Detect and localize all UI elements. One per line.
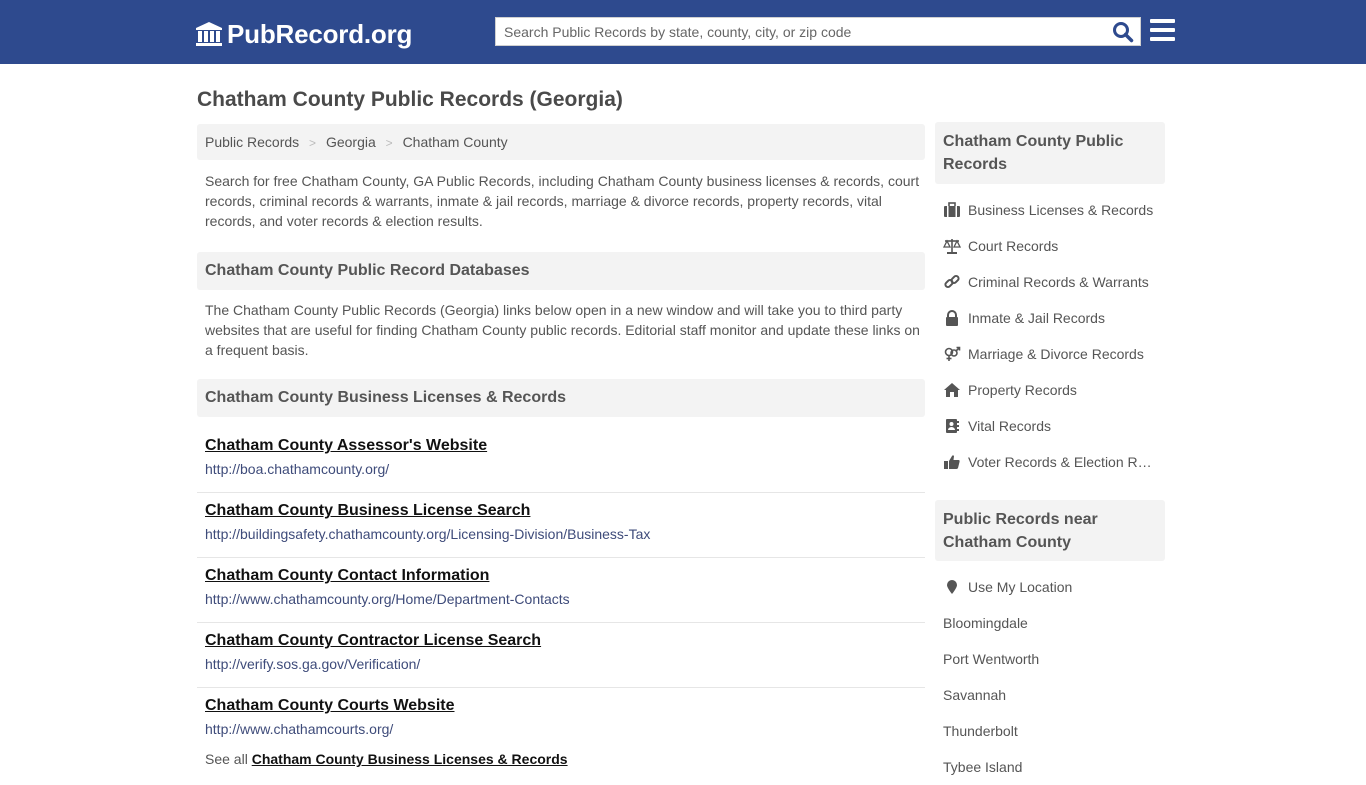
use-my-location-button[interactable]: Use My Location — [935, 569, 1165, 605]
sidebar-records-list: Business Licenses & Records Court Record… — [935, 192, 1165, 480]
link-icon — [944, 274, 960, 289]
address-book-icon — [946, 419, 959, 433]
list-item: Chatham County Business License Search h… — [197, 493, 925, 558]
databases-description: The Chatham County Public Records (Georg… — [205, 302, 920, 358]
list-item: Chatham County Assessor's Website http:/… — [197, 428, 925, 493]
courthouse-icon — [196, 22, 222, 46]
databases-heading: Chatham County Public Record Databases — [197, 252, 925, 290]
link-url: http://www.chathamcounty.org/Home/Depart… — [205, 591, 570, 607]
list-item: Chatham County Courts Website http://www… — [197, 688, 925, 753]
search-input[interactable] — [496, 18, 1096, 45]
sidebar-records-heading: Chatham County Public Records — [935, 122, 1165, 184]
top-navbar: PubRecord.org — [0, 0, 1366, 64]
sidebar-item-marriage[interactable]: Marriage & Divorce Records — [935, 336, 1165, 372]
breadcrumb-separator: > — [309, 136, 317, 150]
see-all-link[interactable]: Chatham County Business Licenses & Recor… — [252, 751, 568, 767]
page-title: Chatham County Public Records (Georgia) — [197, 88, 623, 111]
sidebar-item-business[interactable]: Business Licenses & Records — [935, 192, 1165, 228]
link-url: http://boa.chathamcounty.org/ — [205, 461, 390, 477]
see-all: See all Chatham County Business Licenses… — [205, 751, 568, 767]
breadcrumb-public-records[interactable]: Public Records — [205, 134, 299, 150]
sidebar-item-court[interactable]: Court Records — [935, 228, 1165, 264]
business-links-list: Chatham County Assessor's Website http:/… — [197, 428, 925, 753]
hamburger-menu-icon[interactable] — [1150, 19, 1175, 41]
sidebar-item-inmate[interactable]: Inmate & Jail Records — [935, 300, 1165, 336]
sidebar-item-vital[interactable]: Vital Records — [935, 408, 1165, 444]
site-logo[interactable]: PubRecord.org — [195, 17, 412, 51]
thumbs-up-icon — [944, 455, 960, 469]
nearby-item[interactable]: Savannah — [935, 677, 1165, 713]
search-bar — [495, 17, 1141, 46]
link-title[interactable]: Chatham County Assessor's Website — [205, 436, 917, 456]
list-item: Chatham County Contact Information http:… — [197, 558, 925, 623]
nearby-item[interactable]: Thunderbolt — [935, 713, 1165, 749]
nearby-item[interactable]: Tybee Island — [935, 749, 1165, 785]
logo-text: PubRecord.org — [227, 18, 413, 49]
link-title[interactable]: Chatham County Courts Website — [205, 696, 917, 716]
intro-text: Search for free Chatham County, GA Publi… — [205, 173, 920, 229]
sidebar-item-voter[interactable]: Voter Records & Election Results — [935, 444, 1165, 480]
lock-icon — [946, 310, 958, 326]
list-item: Chatham County Contractor License Search… — [197, 623, 925, 688]
breadcrumb-separator: > — [385, 136, 393, 150]
link-url: http://verify.sos.ga.gov/Verification/ — [205, 656, 421, 672]
breadcrumb: Public Records > Georgia > Chatham Count… — [197, 124, 925, 160]
home-icon — [944, 383, 960, 397]
sidebar-item-property[interactable]: Property Records — [935, 372, 1165, 408]
search-icon[interactable] — [1112, 21, 1134, 43]
link-url: http://buildingsafety.chathamcounty.org/… — [205, 526, 651, 542]
breadcrumb-chatham-county[interactable]: Chatham County — [403, 134, 508, 150]
link-title[interactable]: Chatham County Contractor License Search — [205, 631, 917, 651]
see-all-prefix: See all — [205, 751, 248, 767]
business-heading: Chatham County Business Licenses & Recor… — [197, 379, 925, 417]
nearby-item[interactable]: Port Wentworth — [935, 641, 1165, 677]
scale-icon — [943, 239, 961, 254]
sidebar-nearby-list: Use My Location Bloomingdale Port Wentwo… — [935, 569, 1165, 785]
nearby-item[interactable]: Bloomingdale — [935, 605, 1165, 641]
link-title[interactable]: Chatham County Contact Information — [205, 566, 917, 586]
link-url: http://www.chathamcourts.org/ — [205, 721, 394, 737]
briefcase-icon — [944, 202, 960, 217]
sidebar-item-criminal[interactable]: Criminal Records & Warrants — [935, 264, 1165, 300]
breadcrumb-georgia[interactable]: Georgia — [326, 134, 376, 150]
sidebar-nearby-heading: Public Records near Chatham County — [935, 500, 1165, 561]
gender-icon — [944, 346, 961, 361]
map-marker-icon — [947, 580, 957, 594]
link-title[interactable]: Chatham County Business License Search — [205, 501, 917, 521]
